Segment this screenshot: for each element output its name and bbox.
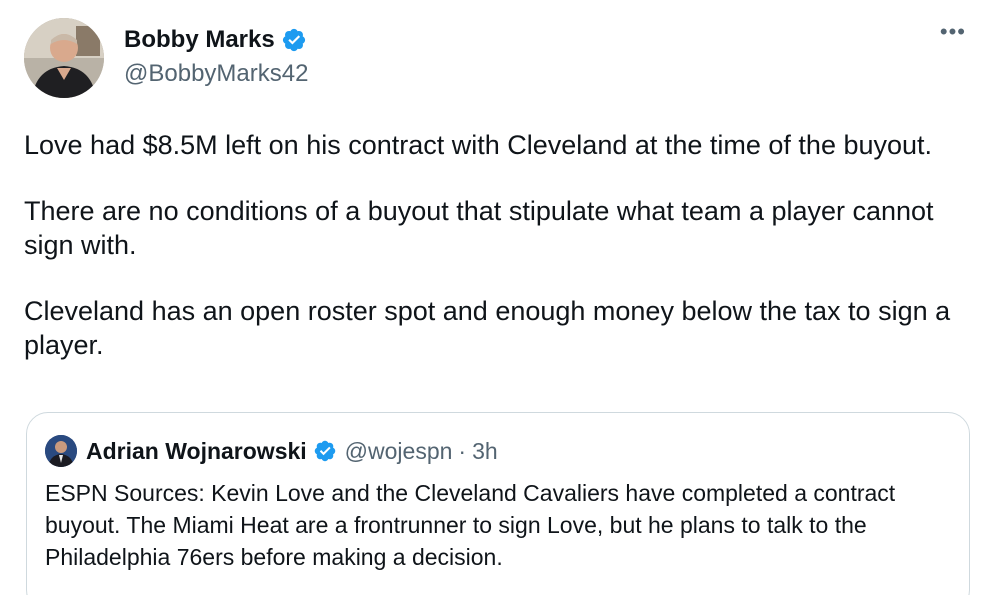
tweet-paragraph: There are no conditions of a buyout that… xyxy=(24,196,934,260)
author-display-name[interactable]: Bobby Marks xyxy=(124,24,275,56)
tweet-card: Bobby Marks @BobbyMarks42 ••• Love had $… xyxy=(0,0,1000,595)
name-row: Bobby Marks xyxy=(124,24,308,56)
author-handle[interactable]: @BobbyMarks42 xyxy=(124,58,308,90)
quoted-tweet-header: Adrian Wojnarowski @wojespn · 3h xyxy=(45,433,949,469)
tweet-header: Bobby Marks @BobbyMarks42 xyxy=(24,18,976,108)
avatar[interactable] xyxy=(24,18,104,98)
tweet-body: Love had $8.5M left on his contract with… xyxy=(24,128,976,362)
more-options-icon[interactable]: ••• xyxy=(940,21,966,43)
quoted-timestamp[interactable]: 3h xyxy=(472,438,498,465)
quoted-tweet-text: ESPN Sources: Kevin Love and the Clevela… xyxy=(45,480,896,570)
tweet-paragraph: Cleveland has an open roster spot and en… xyxy=(24,296,951,360)
quoted-tweet[interactable]: Adrian Wojnarowski @wojespn · 3h ESPN So… xyxy=(26,412,970,595)
tweet-paragraph: Love had $8.5M left on his contract with… xyxy=(24,130,933,160)
quoted-verified-badge-icon xyxy=(314,440,335,462)
quoted-avatar[interactable] xyxy=(45,435,77,467)
author-names: Bobby Marks @BobbyMarks42 xyxy=(124,24,308,90)
quoted-author-handle[interactable]: @wojespn xyxy=(345,438,453,465)
quoted-avatar-image xyxy=(45,435,77,467)
verified-badge-icon xyxy=(282,28,305,52)
separator-dot: · xyxy=(458,437,467,464)
avatar-image xyxy=(24,18,104,98)
quoted-author-display-name[interactable]: Adrian Wojnarowski xyxy=(86,438,307,465)
